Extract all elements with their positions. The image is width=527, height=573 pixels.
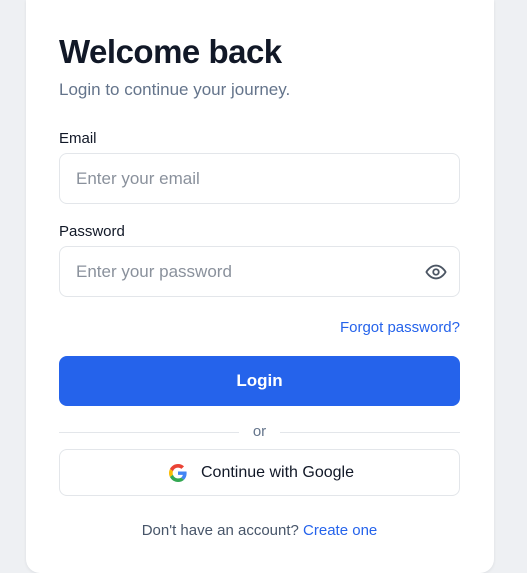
password-input[interactable] [76, 247, 406, 296]
google-button-label: Continue with Google [201, 464, 354, 481]
page-title: Welcome back [59, 33, 282, 70]
forgot-password-link[interactable]: Forgot password? [340, 318, 460, 338]
or-divider: or [59, 421, 460, 443]
password-field-container [59, 246, 460, 297]
email-field-container [59, 153, 460, 204]
signup-prompt-text: Don't have an account? [141, 522, 299, 539]
login-card: Welcome back Login to continue your jour… [26, 0, 494, 573]
eye-icon[interactable] [425, 261, 447, 283]
password-label: Password [59, 223, 125, 240]
email-input[interactable] [76, 154, 406, 203]
login-button[interactable]: Login [59, 356, 460, 406]
signup-prompt: Don't have an account? Create one [59, 521, 460, 541]
google-login-button[interactable]: Continue with Google [59, 449, 460, 496]
page-subtitle: Login to continue your journey. [59, 80, 291, 99]
divider-line-right [280, 432, 460, 433]
create-account-link[interactable]: Create one [303, 522, 377, 539]
google-icon [169, 464, 187, 482]
email-label: Email [59, 130, 97, 147]
